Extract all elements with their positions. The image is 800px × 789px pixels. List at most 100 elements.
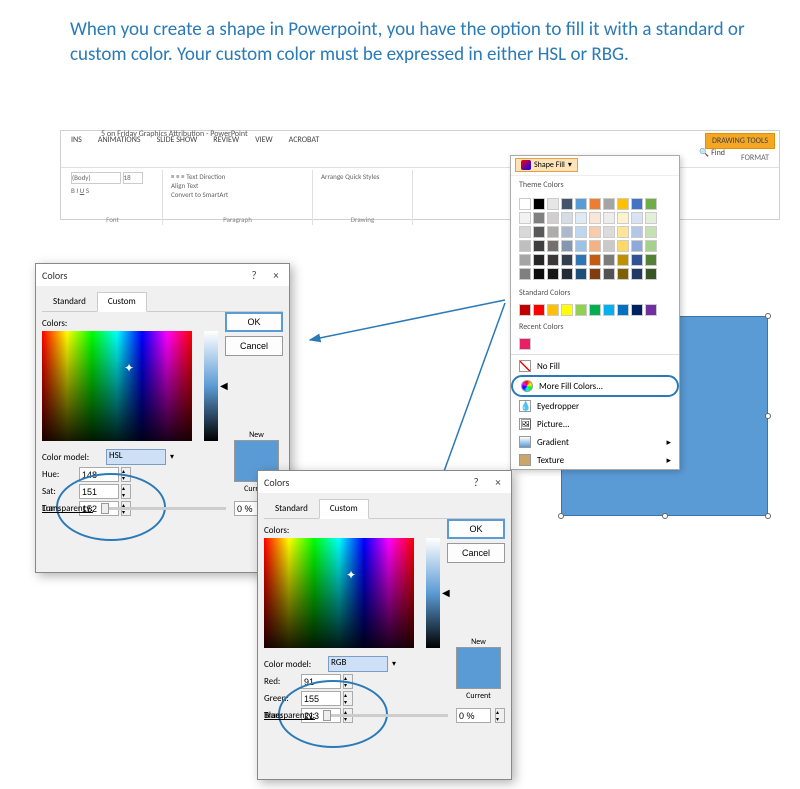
color-swatch[interactable]: [631, 254, 643, 266]
color-swatch[interactable]: [589, 304, 601, 316]
color-swatch[interactable]: [645, 240, 657, 252]
resize-handle[interactable]: [558, 513, 564, 519]
transparency-slider[interactable]: [323, 714, 448, 717]
color-swatch[interactable]: [589, 254, 601, 266]
color-swatch[interactable]: [631, 198, 643, 210]
color-gradient-picker[interactable]: ✦: [42, 331, 192, 441]
color-swatch[interactable]: [561, 226, 573, 238]
transparency-slider[interactable]: [101, 507, 226, 510]
color-swatch[interactable]: [519, 338, 531, 350]
color-swatch[interactable]: [561, 254, 573, 266]
tab-acrobat[interactable]: ACROBAT: [283, 133, 326, 149]
color-model-select[interactable]: RGB: [328, 656, 388, 672]
color-swatch[interactable]: [603, 212, 615, 224]
color-swatch[interactable]: [603, 240, 615, 252]
ok-button[interactable]: OK: [447, 519, 505, 539]
color-swatch[interactable]: [645, 212, 657, 224]
font-name-select[interactable]: (Body): [71, 172, 121, 184]
color-swatch[interactable]: [603, 226, 615, 238]
hue-input[interactable]: [79, 467, 119, 482]
red-spinner[interactable]: [343, 674, 353, 689]
tab-ins[interactable]: INS: [65, 133, 88, 149]
transparency-spinner[interactable]: [495, 708, 505, 723]
color-swatch[interactable]: [561, 304, 573, 316]
sat-input[interactable]: [79, 484, 119, 499]
color-gradient-picker[interactable]: ✦: [264, 538, 414, 648]
color-swatch[interactable]: [603, 304, 615, 316]
color-swatch[interactable]: [575, 240, 587, 252]
luminance-slider[interactable]: [204, 331, 218, 441]
sat-spinner[interactable]: [121, 484, 131, 499]
color-swatch[interactable]: [575, 268, 587, 280]
color-swatch[interactable]: [519, 254, 531, 266]
color-model-select[interactable]: HSL: [106, 449, 166, 465]
color-swatch[interactable]: [631, 268, 643, 280]
color-swatch[interactable]: [645, 254, 657, 266]
ok-button[interactable]: OK: [225, 312, 283, 332]
green-spinner[interactable]: [343, 691, 353, 706]
resize-handle[interactable]: [662, 513, 668, 519]
color-swatch[interactable]: [519, 304, 531, 316]
eyedropper-item[interactable]: 💧Eyedropper: [511, 397, 679, 415]
hue-spinner[interactable]: [121, 467, 131, 482]
color-swatch[interactable]: [533, 304, 545, 316]
luminance-slider[interactable]: [426, 538, 440, 648]
color-swatch[interactable]: [519, 268, 531, 280]
resize-handle[interactable]: [765, 513, 771, 519]
tab-custom[interactable]: Custom: [97, 292, 147, 312]
color-swatch[interactable]: [617, 212, 629, 224]
resize-handle[interactable]: [765, 413, 771, 419]
tab-standard[interactable]: Standard: [264, 499, 319, 518]
color-swatch[interactable]: [547, 212, 559, 224]
color-swatch[interactable]: [519, 240, 531, 252]
color-swatch[interactable]: [561, 198, 573, 210]
color-swatch[interactable]: [603, 198, 615, 210]
color-swatch[interactable]: [603, 254, 615, 266]
transparency-input[interactable]: [456, 708, 491, 723]
color-swatch[interactable]: [561, 212, 573, 224]
color-swatch[interactable]: [631, 240, 643, 252]
color-swatch[interactable]: [603, 268, 615, 280]
color-swatch[interactable]: [533, 268, 545, 280]
color-swatch[interactable]: [519, 226, 531, 238]
find-button[interactable]: 🔍 Find: [699, 148, 725, 158]
color-swatch[interactable]: [575, 226, 587, 238]
color-swatch[interactable]: [533, 226, 545, 238]
color-swatch[interactable]: [547, 304, 559, 316]
tab-format[interactable]: FORMAT: [735, 151, 775, 165]
color-swatch[interactable]: [575, 212, 587, 224]
recent-color-row[interactable]: [511, 336, 679, 352]
resize-handle[interactable]: [765, 313, 771, 319]
color-swatch[interactable]: [631, 304, 643, 316]
color-swatch[interactable]: [645, 268, 657, 280]
color-swatch[interactable]: [617, 304, 629, 316]
color-swatch[interactable]: [547, 254, 559, 266]
gradient-item[interactable]: Gradient ▸: [511, 433, 679, 451]
color-swatch[interactable]: [561, 268, 573, 280]
color-swatch[interactable]: [575, 198, 587, 210]
color-swatch[interactable]: [533, 240, 545, 252]
red-input[interactable]: [301, 674, 341, 689]
close-button[interactable]: ×: [269, 268, 283, 282]
color-swatch[interactable]: [631, 212, 643, 224]
color-swatch[interactable]: [589, 226, 601, 238]
font-size-select[interactable]: 18: [123, 172, 143, 184]
tab-standard[interactable]: Standard: [42, 292, 97, 311]
no-fill-item[interactable]: No Fill: [511, 357, 679, 375]
color-swatch[interactable]: [547, 226, 559, 238]
color-swatch[interactable]: [575, 304, 587, 316]
color-swatch[interactable]: [561, 240, 573, 252]
color-swatch[interactable]: [589, 240, 601, 252]
color-swatch[interactable]: [617, 198, 629, 210]
tab-view[interactable]: VIEW: [249, 133, 279, 149]
color-swatch[interactable]: [589, 212, 601, 224]
close-button[interactable]: ×: [491, 475, 505, 489]
color-swatch[interactable]: [645, 226, 657, 238]
shape-fill-button[interactable]: Shape Fill ▾: [515, 158, 578, 172]
color-swatch[interactable]: [617, 268, 629, 280]
color-swatch[interactable]: [533, 212, 545, 224]
color-swatch[interactable]: [575, 254, 587, 266]
color-swatch[interactable]: [547, 268, 559, 280]
color-swatch[interactable]: [617, 240, 629, 252]
color-swatch[interactable]: [631, 226, 643, 238]
